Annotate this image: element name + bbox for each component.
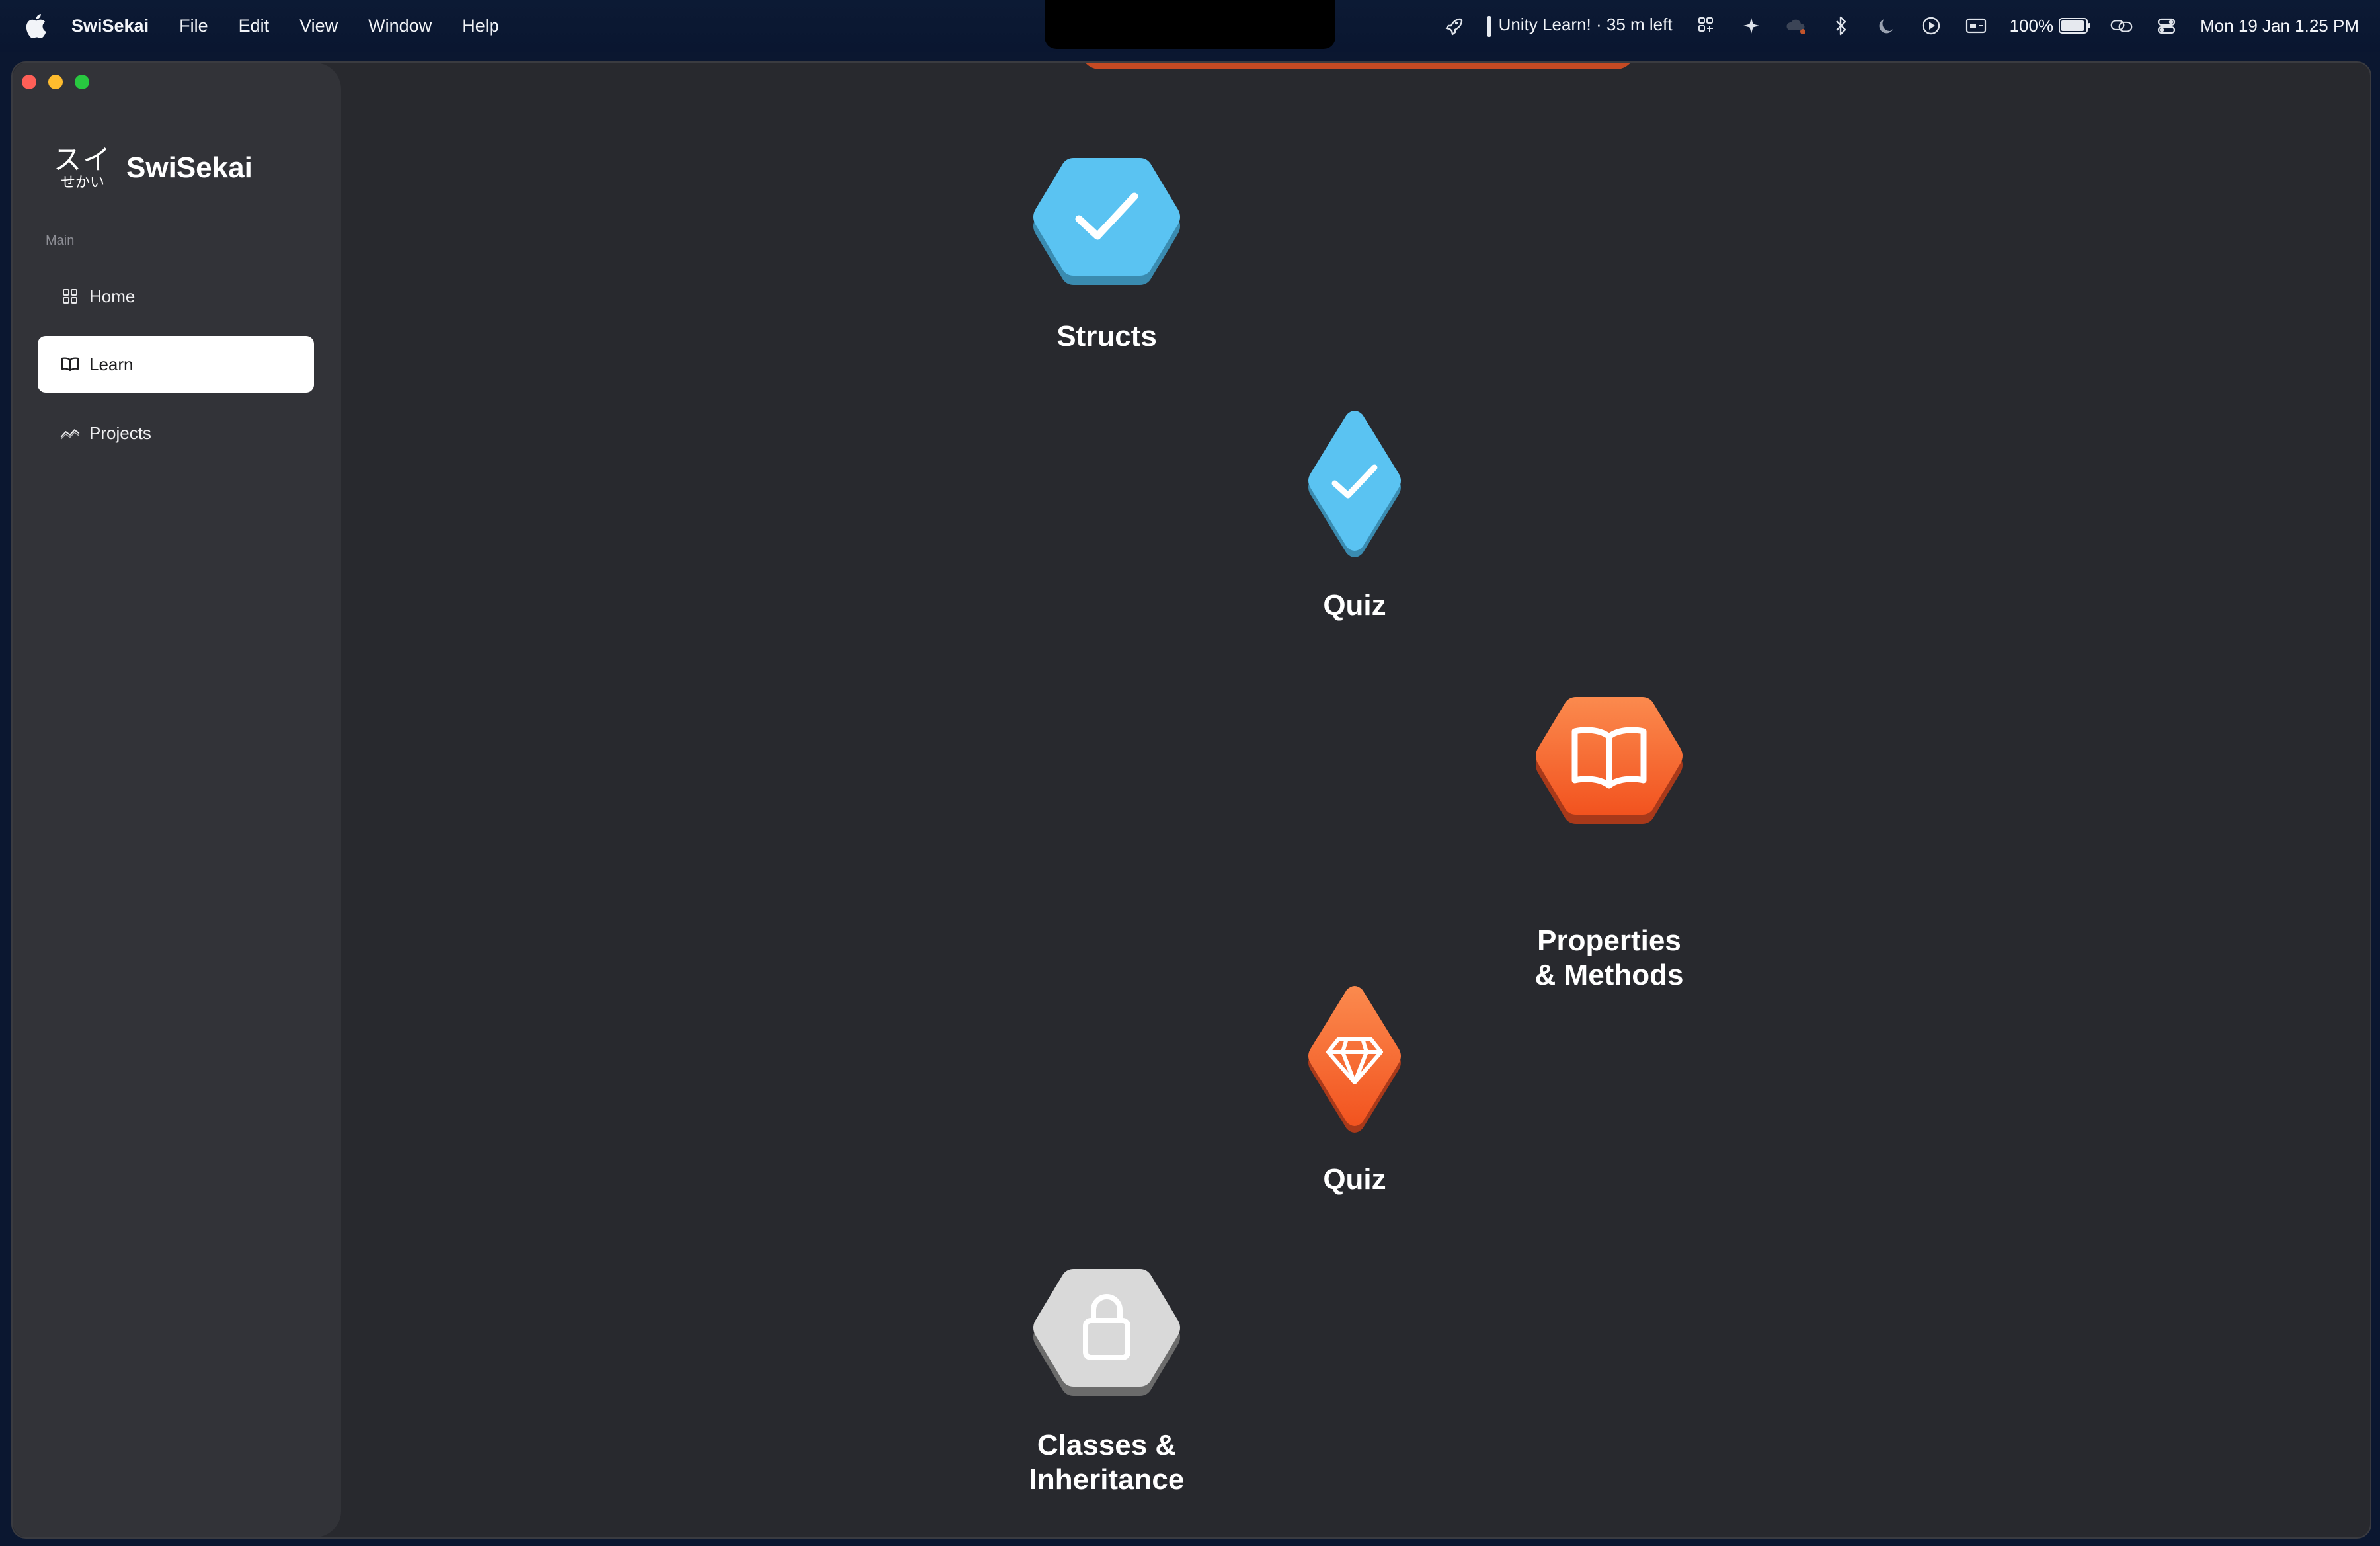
logo-hiragana: せかい [61,174,105,190]
gem-icon [1326,1037,1383,1084]
close-window-button[interactable] [22,75,36,89]
node-structs[interactable] [1027,149,1186,307]
bluetooth-icon[interactable] [1830,15,1852,37]
sidebar-item-label: Projects [89,423,151,443]
timer-text: Unity Learn! · 35 m left [1498,15,1673,35]
checkmark-icon [1075,192,1138,240]
sidebar-item-learn[interactable]: Learn [38,336,314,393]
battery-fill [2061,20,2084,31]
node-quiz-1[interactable] [1302,407,1408,565]
grid-dots-icon[interactable] [1695,15,1718,37]
rocket-icon[interactable] [1443,15,1465,37]
battery-icon [2059,18,2091,34]
camera-notch [1045,0,1335,49]
play-circle-icon[interactable] [1920,15,1942,37]
node-label: Classes & Inheritance [1029,1429,1185,1496]
node-label: Properties & Methods [1534,924,1684,991]
sidebar-item-projects[interactable]: Projects [38,405,314,462]
lock-icon [1083,1294,1130,1360]
node-label: Structs [1056,320,1157,352]
sidebar-item-label: Learn [89,354,134,374]
app-title: SwiSekai [126,151,253,184]
clock[interactable]: Mon 19 Jan 1.25 PM [2200,16,2359,36]
control-center-icon[interactable] [2155,15,2178,37]
battery-percent: 100% [2009,15,2054,36]
logo-mark: スイ せかい [54,146,112,190]
app-menu[interactable]: SwiSekai [71,16,149,36]
previous-node-edge [1080,63,1636,69]
timer-progress-bar [1487,15,1491,37]
logo-katakana: スイ [54,144,112,175]
checkmark-icon [1331,464,1378,499]
grid-icon [60,286,80,306]
screen-mirroring-icon[interactable] [2110,15,2133,37]
sidebar-item-home[interactable]: Home [38,268,314,325]
sidebar-item-label: Home [89,286,136,306]
app-window: スイ せかい SwiSekai Main Home Learn Projects [11,61,2371,1539]
node-label: Quiz [1323,1163,1386,1196]
cloud-icon[interactable] [1785,15,1807,37]
apple-menu-icon[interactable] [25,13,46,38]
battery-indicator[interactable]: 100% [2009,15,2091,36]
app-logo: スイ せかい SwiSekai [54,146,253,190]
moon-icon[interactable] [1875,15,1897,37]
status-area: Unity Learn! · 35 m left 100% Mon 19 Jan… [1443,0,2359,52]
trend-icon [60,423,80,443]
node-label: Quiz [1323,589,1386,622]
view-menu[interactable]: View [299,16,338,36]
zoom-window-button[interactable] [75,75,89,89]
edit-menu[interactable]: Edit [239,16,270,36]
focus-timer[interactable]: Unity Learn! · 35 m left [1487,15,1673,37]
window-menu[interactable]: Window [368,16,432,36]
file-menu[interactable]: File [179,16,208,36]
node-classes-inheritance[interactable] [1027,1260,1186,1418]
keyboard-icon[interactable] [1965,15,1987,37]
node-quiz-2[interactable] [1302,982,1408,1141]
book-icon [1571,727,1647,789]
sparkle-icon[interactable] [1740,15,1763,37]
help-menu[interactable]: Help [462,16,499,36]
book-icon [60,354,80,374]
section-label: Main [46,233,75,248]
minimize-window-button[interactable] [48,75,63,89]
sidebar: スイ せかい SwiSekai Main Home Learn Projects [13,63,341,1537]
menu-bar: SwiSekai File Edit View Window Help Unit… [0,0,2380,52]
node-properties-methods[interactable] [1530,688,1688,846]
